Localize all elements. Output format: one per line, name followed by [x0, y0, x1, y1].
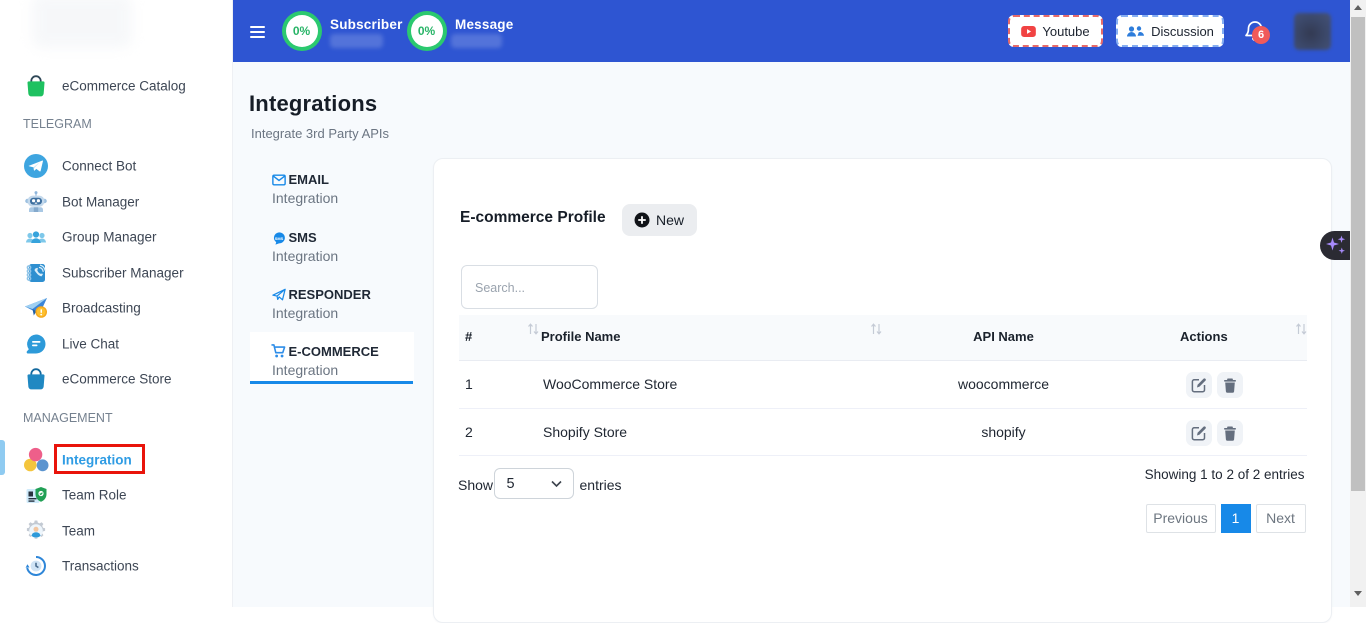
- svg-text:SMS: SMS: [275, 235, 284, 240]
